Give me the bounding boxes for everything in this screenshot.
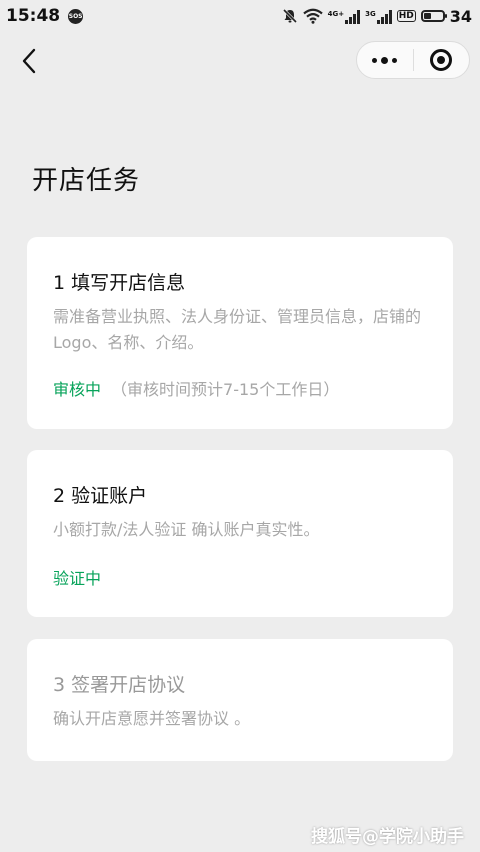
page-title: 开店任务	[32, 166, 141, 196]
task-title: 3 签署开店协议	[53, 674, 186, 696]
task-status-row: 验证中	[53, 565, 427, 589]
network-type-label: 4G+	[327, 10, 345, 18]
task-status: 审核中	[53, 380, 102, 399]
task-title: 1 填写开店信息	[53, 272, 186, 294]
battery-icon	[420, 10, 447, 22]
back-button[interactable]	[12, 44, 46, 78]
clock-time: 15:48	[6, 6, 61, 26]
task-card-3[interactable]: 3 签署开店协议 确认开店意愿并签署协议 。	[27, 639, 453, 761]
more-button[interactable]	[357, 42, 413, 78]
watermark-text: 搜狐号@学院小助手	[311, 827, 464, 847]
more-dots-icon	[372, 56, 398, 64]
task-title: 2 验证账户	[53, 485, 148, 507]
task-status: 验证中	[53, 569, 102, 588]
task-description: 小额打款/法人验证 确认账户真实性。	[53, 520, 320, 539]
close-mini-program-button[interactable]	[414, 42, 470, 78]
task-card-2[interactable]: 2 验证账户 小额打款/法人验证 确认账户真实性。 验证中	[27, 450, 453, 617]
signal-3g-icon: 3G	[365, 8, 392, 24]
nav-bar	[0, 38, 480, 84]
wifi-icon	[302, 8, 323, 24]
signal-4g-icon: 4G+	[327, 8, 361, 24]
mute-bell-icon	[282, 8, 298, 24]
task-status-row: 审核中 （审核时间预计7-15个工作日）	[53, 376, 427, 400]
task-card-1[interactable]: 1 填写开店信息 需准备营业执照、法人身份证、管理员信息，店铺的Logo、名称、…	[27, 237, 453, 429]
hd-icon: HD	[396, 10, 416, 22]
task-status-note: （审核时间预计7-15个工作日）	[111, 380, 340, 399]
watermark: 搜狐号@学院小助手	[311, 822, 464, 847]
sos-icon: SOS	[68, 8, 84, 24]
status-bar-left: 15:48 SOS	[6, 6, 84, 26]
battery-level: 34	[449, 6, 472, 26]
chevron-left-icon	[22, 48, 36, 74]
task-description: 需准备营业执照、法人身份证、管理员信息，店铺的Logo、名称、介绍。	[53, 307, 422, 352]
status-bar: 15:48 SOS 4G+ 3G HD 34	[0, 0, 480, 32]
target-circle-icon	[430, 49, 453, 71]
mini-program-capsule	[356, 41, 470, 79]
network-type-label-2: 3G	[365, 10, 376, 18]
status-bar-right: 4G+ 3G HD 34	[282, 7, 472, 26]
task-description: 确认开店意愿并签署协议 。	[53, 709, 251, 728]
